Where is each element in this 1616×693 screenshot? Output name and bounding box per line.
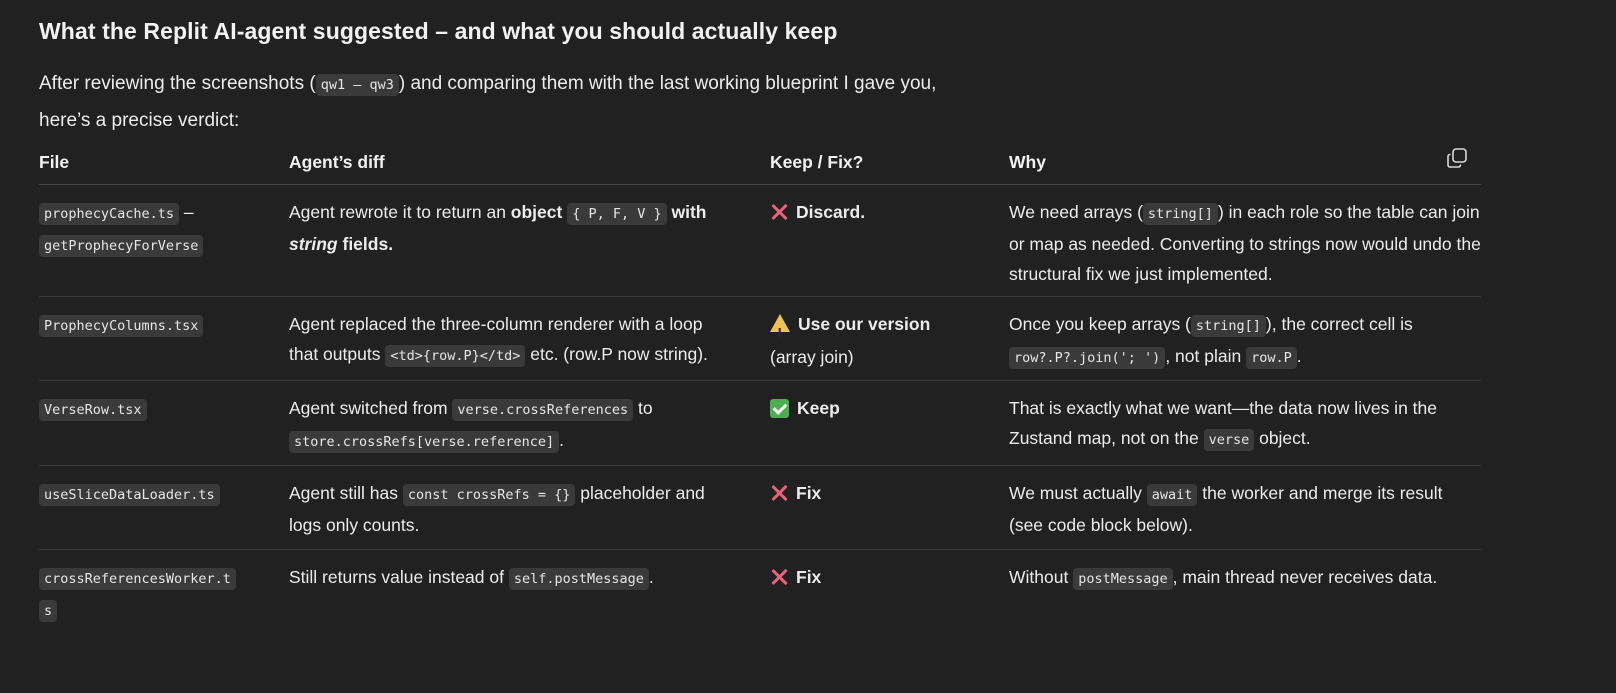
why-text: Once you keep arrays (	[1009, 314, 1191, 334]
inline-code: const crossRefs = {}	[402, 484, 576, 506]
diff-italic: string	[289, 234, 338, 254]
diff-text: .	[648, 567, 654, 587]
why-text: , not plain	[1165, 346, 1247, 366]
response-heading: What the Replit AI-agent suggested – and…	[39, 18, 838, 44]
table-row: ProphecyColumns.tsx Agent replaced the t…	[39, 297, 1481, 381]
inline-code: string[]	[1190, 315, 1266, 337]
table-row: useSliceDataLoader.ts Agent still has co…	[39, 466, 1481, 550]
verdict-table: File Agent’s diff Keep / Fix? Why prophe…	[39, 140, 1481, 640]
file-cell: useSliceDataLoader.ts	[39, 478, 249, 510]
file-cell: prophecyCache.ts – getProphecyForVerse	[39, 197, 249, 261]
diff-text: .	[559, 430, 564, 450]
diff-cell: Agent still has const crossRefs = {} pla…	[289, 478, 729, 540]
inline-code: store.crossRefs[verse.reference]	[289, 431, 560, 453]
inline-code: verse	[1203, 429, 1255, 451]
file-name-code: ProphecyColumns.tsx	[39, 315, 204, 337]
diff-text: Agent rewrote it to return an	[289, 202, 511, 222]
column-header-keep: Keep / Fix?	[770, 152, 864, 172]
diff-cell: Agent replaced the three-column renderer…	[289, 309, 729, 371]
intro-text-after: ) and comparing them with the last worki…	[398, 73, 937, 94]
why-cell: We must actually await the worker and me…	[1009, 478, 1481, 540]
diff-cell: Agent rewrote it to return an object { P…	[289, 197, 729, 259]
why-text: We need arrays (	[1009, 202, 1143, 222]
copy-icon[interactable]	[1445, 146, 1469, 170]
table-row: VerseRow.tsx Agent switched from verse.c…	[39, 381, 1481, 466]
cross-icon	[770, 568, 788, 586]
file-name-code: VerseRow.tsx	[39, 399, 147, 421]
inline-code: self.postMessage	[508, 568, 649, 590]
why-cell: Without postMessage, main thread never r…	[1009, 562, 1481, 594]
diff-text: etc. (row.P now string).	[525, 344, 708, 364]
intro-paragraph: After reviewing the screenshots (qw1 – q…	[39, 66, 1039, 138]
inline-code: await	[1146, 484, 1198, 506]
file-cell: crossReferencesWorker.t s	[39, 562, 236, 626]
cross-icon	[770, 484, 788, 502]
inline-code: <td>{row.P}</td>	[385, 345, 526, 367]
diff-cell: Agent switched from verse.crossReference…	[289, 393, 729, 457]
inline-code: string[]	[1142, 203, 1218, 225]
verdict-cell: Keep	[770, 393, 990, 427]
table-row: crossReferencesWorker.t s Still returns v…	[39, 550, 1481, 640]
verdict-label: Fix	[796, 483, 822, 503]
column-header-why: Why	[1009, 152, 1046, 172]
check-icon	[770, 398, 789, 418]
inline-code: qw1 – qw3	[315, 74, 399, 96]
verdict-label: Use our version	[798, 314, 931, 334]
why-text: , main thread never receives data.	[1172, 567, 1438, 587]
inline-code: { P, F, V }	[567, 203, 667, 225]
verdict-label: Keep	[797, 398, 840, 418]
verdict-sub: (array join)	[770, 347, 854, 367]
chat-response: What the Replit AI-agent suggested – and…	[0, 0, 1616, 693]
file-name-code-wrap: s	[39, 600, 58, 622]
why-cell: That is exactly what we want—the data no…	[1009, 393, 1481, 455]
file-cell: ProphecyColumns.tsx	[39, 309, 249, 341]
file-name-code: crossReferencesWorker.t	[39, 568, 236, 590]
inline-code: postMessage	[1073, 568, 1173, 590]
verdict-label: Discard.	[796, 202, 866, 222]
inline-code: verse.crossReferences	[452, 399, 634, 421]
why-text: object.	[1254, 428, 1311, 448]
diff-text: Agent still has	[289, 483, 403, 503]
warning-icon: !	[770, 314, 790, 340]
diff-bold: fields.	[337, 234, 394, 254]
why-text: ), the correct cell is	[1265, 314, 1413, 334]
diff-cell: Still returns value instead of self.post…	[289, 562, 729, 594]
why-cell: Once you keep arrays (string[]), the cor…	[1009, 309, 1481, 373]
verdict-label: Fix	[796, 567, 822, 587]
verdict-cell: ! Use our version (array join)	[770, 309, 990, 372]
diff-text: to	[633, 398, 653, 418]
verdict-cell: Fix	[770, 478, 990, 511]
diff-bold: object	[510, 202, 563, 222]
verdict-cell: Discard.	[770, 197, 990, 230]
table-row: prophecyCache.ts – getProphecyForVerse A…	[39, 185, 1481, 297]
file-separator: –	[179, 202, 194, 222]
inline-code: row?.P?.join('; ')	[1009, 347, 1166, 369]
table-header-row: File Agent’s diff Keep / Fix? Why	[39, 140, 1481, 185]
cross-icon	[770, 203, 788, 221]
why-text: We must actually	[1009, 483, 1147, 503]
file-name-code: prophecyCache.ts	[39, 203, 180, 225]
intro-text-before: After reviewing the screenshots (	[39, 73, 316, 94]
column-header-diff: Agent’s diff	[289, 152, 385, 172]
why-text: .	[1296, 346, 1302, 366]
diff-bold: with	[671, 202, 707, 222]
why-text: Without	[1009, 567, 1074, 587]
inline-code: row.P	[1246, 347, 1297, 369]
why-cell: We need arrays (string[]) in each role s…	[1009, 197, 1481, 289]
file-cell: VerseRow.tsx	[39, 393, 249, 425]
verdict-cell: Fix	[770, 562, 990, 595]
file-name-code: useSliceDataLoader.ts	[39, 484, 220, 506]
diff-text: Agent switched from	[289, 398, 453, 418]
diff-text: Still returns value instead of	[289, 567, 509, 587]
column-header-file: File	[39, 152, 70, 172]
intro-text-line2: here’s a precise verdict:	[39, 110, 240, 131]
function-name-code: getProphecyForVerse	[39, 235, 204, 257]
